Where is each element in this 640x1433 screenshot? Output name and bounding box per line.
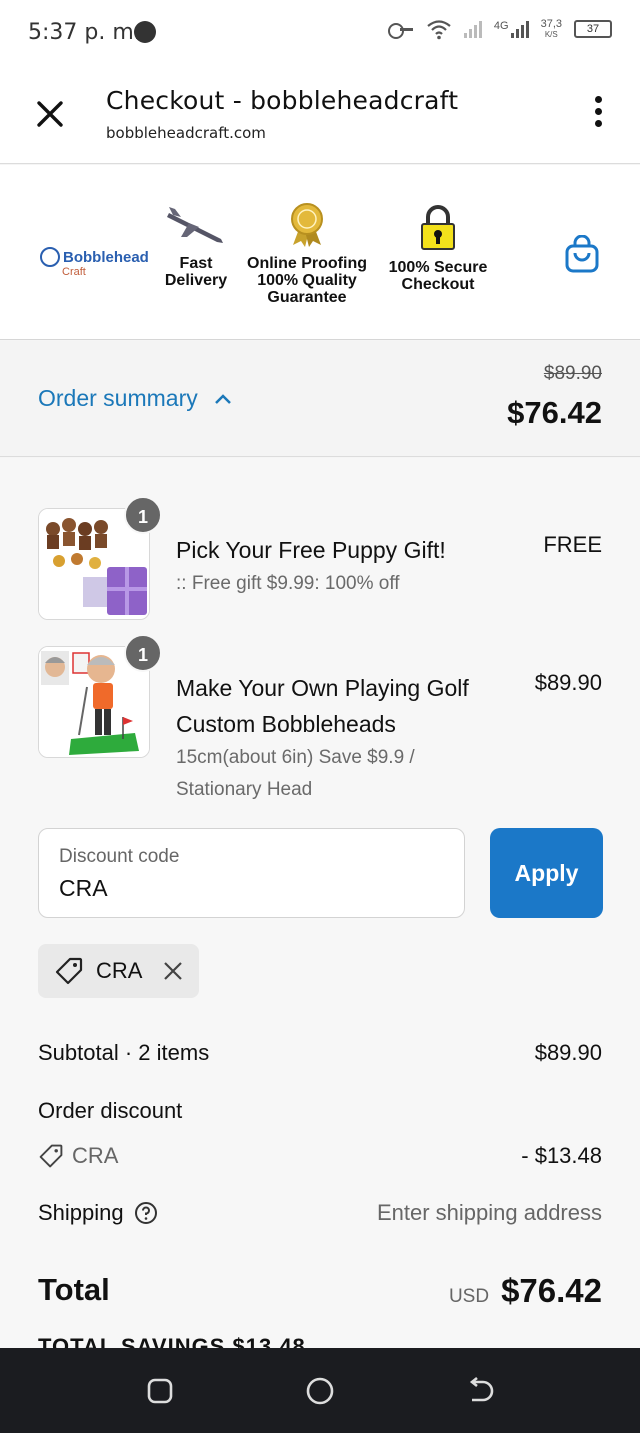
quantity-badge: 1 bbox=[124, 496, 162, 534]
logo-name: Bobblehead bbox=[63, 248, 149, 266]
kebab-dot-icon bbox=[594, 120, 602, 127]
status-time: 5:37 p. m. bbox=[28, 20, 141, 45]
summary-total: $76.42 bbox=[507, 395, 602, 430]
feature-line1: Fast bbox=[179, 255, 213, 272]
tag-icon bbox=[39, 1144, 63, 1168]
feature-fast-delivery: Fast Delivery bbox=[160, 207, 232, 289]
discount-code-field[interactable]: Discount code bbox=[38, 828, 465, 918]
remove-discount-icon[interactable] bbox=[162, 960, 184, 982]
order-summary-bar: Order summary $89.90 $76.42 bbox=[0, 341, 640, 457]
tag-icon bbox=[55, 957, 83, 985]
checkout-header: Checkout - bobbleheadcraft bobbleheadcra… bbox=[0, 64, 640, 164]
kebab-dot-icon bbox=[594, 108, 602, 115]
shopping-bag-icon[interactable] bbox=[564, 235, 600, 273]
feature-line2: Delivery bbox=[164, 272, 228, 289]
signal-sim1-icon bbox=[463, 20, 482, 38]
item-price: $89.90 bbox=[534, 670, 602, 695]
shipping-value: Enter shipping address bbox=[376, 1200, 602, 1225]
total-amount: USD $76.42 bbox=[449, 1272, 602, 1310]
item-variant: 15cm(about 6in) Save $9.9 / bbox=[176, 747, 415, 768]
item-variant: :: Free gift $9.99: 100% off bbox=[176, 573, 400, 594]
status-bar: 5:37 p. m. 4G 37,3 K/S 37 bbox=[0, 0, 640, 64]
airplane-icon bbox=[167, 207, 223, 243]
shipping-label: Shipping bbox=[38, 1200, 124, 1225]
total-savings: TOTAL SAVINGS $13.48 bbox=[38, 1334, 306, 1348]
battery-icon: 37 bbox=[574, 20, 612, 38]
chevron-up-icon bbox=[214, 393, 231, 404]
feature-line2: Checkout bbox=[401, 276, 475, 293]
total-currency: USD bbox=[448, 1286, 490, 1307]
award-medal-icon bbox=[291, 203, 323, 247]
order-discount-code: CRA bbox=[38, 1143, 602, 1169]
subtotal-value: $89.90 bbox=[534, 1040, 602, 1065]
order-discount-row: Order discount bbox=[38, 1098, 602, 1124]
shipping-row: Shipping Enter shipping address bbox=[38, 1200, 602, 1226]
bobblehead-face-icon bbox=[40, 247, 60, 267]
help-icon[interactable] bbox=[134, 1201, 158, 1225]
apply-discount-button[interactable]: Apply bbox=[490, 828, 603, 918]
network-type: 4G bbox=[493, 20, 509, 32]
total-label: Total bbox=[38, 1272, 110, 1307]
applied-discount-code: CRA bbox=[96, 958, 143, 983]
item-title: Pick Your Free Puppy Gift! bbox=[176, 537, 446, 563]
line-item: 1 Make Your Own Playing Golf Custom Bobb… bbox=[38, 634, 602, 800]
total-value: $76.42 bbox=[501, 1272, 602, 1309]
order-summary-toggle[interactable]: Order summary bbox=[38, 385, 232, 412]
status-icons: 4G 37,3 K/S 37 bbox=[387, 17, 612, 40]
signal-sim2: 4G bbox=[494, 20, 529, 38]
total-row: Total USD $76.42 bbox=[38, 1272, 602, 1310]
order-discount-value: - $13.48 bbox=[521, 1143, 602, 1168]
store-logo[interactable]: Bobblehead Craft bbox=[40, 247, 158, 278]
order-discount-code-text: CRA bbox=[72, 1143, 119, 1168]
close-button[interactable] bbox=[30, 94, 70, 134]
subtotal-label: Subtotal · 2 items bbox=[38, 1040, 210, 1065]
item-title: Make Your Own Playing Golf Custom Bobble… bbox=[176, 675, 469, 737]
app-notification-icon bbox=[134, 21, 156, 43]
page-url: bobbleheadcraft.com bbox=[106, 124, 266, 142]
network-speed-value: 37,3 bbox=[540, 17, 562, 30]
order-discount-label: Order discount bbox=[38, 1098, 183, 1123]
subtotal-row: Subtotal · 2 items $89.90 bbox=[38, 1040, 602, 1066]
close-icon bbox=[37, 101, 63, 127]
feature-line1: Online Proofing bbox=[247, 255, 367, 272]
network-speed: 37,3 K/S bbox=[540, 17, 562, 40]
trust-banner: Bobblehead Craft Fast Delivery Online Pr… bbox=[0, 165, 640, 340]
battery-level: 37 bbox=[586, 23, 600, 35]
wifi-icon bbox=[427, 20, 451, 40]
item-price: FREE bbox=[543, 532, 602, 557]
order-discount-detail: CRA - $13.48 bbox=[38, 1143, 602, 1169]
feature-quality-guarantee: Online Proofing 100% Quality Guarantee bbox=[240, 203, 374, 306]
line-item: 1 Pick Your Free Puppy Gift! :: Free gif… bbox=[38, 496, 602, 628]
savings-text: TOTAL SAVINGS $13.48 bbox=[38, 1334, 306, 1348]
more-options-button[interactable] bbox=[592, 96, 604, 132]
applied-discount-chip: CRA bbox=[38, 944, 199, 998]
recent-apps-icon[interactable] bbox=[145, 1376, 175, 1406]
kebab-dot-icon bbox=[594, 96, 602, 103]
feature-line2: 100% Quality bbox=[257, 272, 357, 289]
original-price: $89.90 bbox=[543, 363, 602, 384]
system-navigation-bar bbox=[0, 1348, 640, 1433]
padlock-icon bbox=[421, 205, 455, 250]
discount-code-input[interactable] bbox=[59, 875, 439, 902]
feature-line1: 100% Secure bbox=[388, 259, 488, 276]
vpn-key-icon bbox=[387, 22, 414, 39]
item-variant-detail: Stationary Head bbox=[176, 779, 313, 800]
logo-sub: Craft bbox=[62, 266, 86, 278]
signal-sim2-icon bbox=[510, 20, 529, 38]
feature-secure-checkout: 100% Secure Checkout bbox=[384, 205, 492, 293]
network-speed-unit: K/S bbox=[544, 29, 558, 39]
home-icon[interactable] bbox=[305, 1376, 335, 1406]
order-summary-label: Order summary bbox=[38, 385, 198, 411]
feature-line3: Guarantee bbox=[267, 289, 347, 306]
order-summary-panel: 1 Pick Your Free Puppy Gift! :: Free gif… bbox=[0, 458, 640, 1348]
discount-code-label: Discount code bbox=[59, 846, 180, 867]
quantity-badge: 1 bbox=[124, 634, 162, 672]
back-icon[interactable] bbox=[465, 1376, 495, 1406]
page-title: Checkout - bobbleheadcraft bbox=[106, 86, 459, 115]
